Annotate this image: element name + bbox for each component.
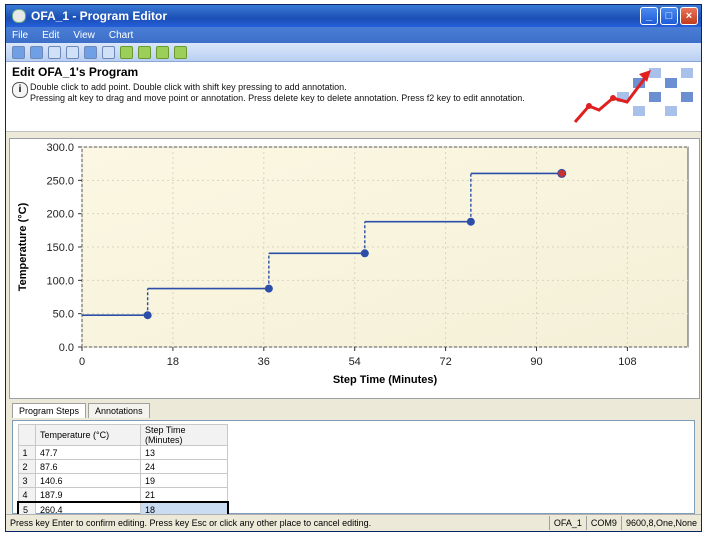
step-time-cell[interactable]: 13 [140, 445, 228, 460]
temperature-cell[interactable]: 47.7 [35, 445, 141, 460]
tab-program-steps[interactable]: Program Steps [12, 403, 87, 418]
status-settings: 9600,8,One,None [620, 516, 701, 530]
program-steps-grid: Temperature (°C) Step Time (Minutes) 1 4… [12, 420, 695, 518]
paste-icon[interactable] [30, 45, 43, 59]
data-point[interactable] [143, 311, 152, 320]
temperature-cell[interactable]: 140.6 [35, 473, 141, 488]
window-title: OFA_1 - Program Editor [31, 9, 168, 23]
title-bar[interactable]: OFA_1 - Program Editor _ □ × [6, 5, 701, 27]
y-tick-label: 250.0 [46, 175, 74, 187]
x-tick-label: 90 [530, 356, 542, 368]
menu-view[interactable]: View [73, 30, 95, 41]
y-tick-label: 200.0 [46, 209, 74, 221]
y-tick-label: 150.0 [46, 242, 74, 254]
row-index: 4 [17, 487, 36, 503]
y-axis-label: Temperature (°C) [17, 202, 29, 291]
row-header-corner [17, 424, 36, 446]
status-message: Press key Enter to confirm editing. Pres… [10, 518, 372, 528]
edit-header: Edit OFA_1's Program i Double click to a… [6, 62, 701, 132]
column-temperature[interactable]: Temperature (°C) [35, 424, 141, 446]
chart-panel[interactable]: 0.0 50.0 100.0 150.0 200.0 250.0 300.0 0 18 36 54 7… [9, 138, 700, 399]
close-button[interactable]: × [680, 7, 698, 25]
y-tick-label: 50.0 [53, 309, 74, 321]
y-tick-label: 0.0 [59, 342, 74, 354]
x-tick-label: 54 [349, 356, 361, 368]
minimize-button[interactable]: _ [640, 7, 658, 25]
toolbar [6, 43, 701, 62]
move-down-icon[interactable] [174, 45, 187, 59]
temperature-cell[interactable]: 187.9 [35, 487, 141, 503]
zoom-icon[interactable] [66, 45, 79, 59]
status-port: COM9 [585, 516, 621, 530]
table-row[interactable]: 3 140.6 19 [17, 473, 228, 488]
table-row[interactable]: 1 47.7 13 [17, 445, 228, 460]
x-tick-label: 18 [167, 356, 179, 368]
data-point[interactable] [264, 284, 273, 293]
step-time-cell[interactable]: 21 [140, 487, 228, 503]
hint-line-1: Double click to add point. Double click … [30, 82, 347, 92]
row-index: 2 [17, 459, 36, 474]
info-icon: i [12, 82, 28, 98]
move-up-icon[interactable] [156, 45, 169, 59]
view-icon[interactable] [102, 45, 115, 59]
undo-icon[interactable] [84, 45, 97, 59]
x-tick-label: 108 [618, 356, 636, 368]
maximize-button[interactable]: □ [660, 7, 678, 25]
status-bar: Press key Enter to confirm editing. Pres… [6, 514, 701, 531]
x-axis-label: Step Time (Minutes) [333, 374, 438, 386]
header-logo [573, 68, 693, 123]
menu-edit[interactable]: Edit [42, 30, 59, 41]
y-tick-label: 300.0 [46, 142, 74, 154]
data-point[interactable] [557, 168, 567, 178]
program-editor-window: OFA_1 - Program Editor _ □ × File Edit V… [5, 4, 702, 532]
temperature-profile-chart[interactable]: 0.0 50.0 100.0 150.0 200.0 250.0 300.0 0 18 36 54 7… [10, 139, 699, 398]
x-tick-label: 72 [439, 356, 451, 368]
step-time-cell[interactable]: 24 [140, 459, 228, 474]
tab-annotations[interactable]: Annotations [88, 403, 150, 418]
table-row[interactable]: 4 187.9 21 [17, 487, 228, 503]
temperature-cell[interactable]: 87.6 [35, 459, 141, 474]
app-icon [12, 9, 26, 23]
hint-line-2: Pressing alt key to drag and move point … [30, 93, 525, 103]
bottom-panel: Program Steps Annotations Temperature (°… [9, 400, 700, 518]
add-point-icon[interactable] [120, 45, 133, 59]
column-step-time[interactable]: Step Time (Minutes) [140, 424, 228, 446]
table-row[interactable]: 2 87.6 24 [17, 459, 228, 474]
y-tick-label: 100.0 [46, 275, 74, 287]
data-point[interactable] [360, 249, 369, 258]
menu-bar: File Edit View Chart [6, 27, 701, 43]
x-tick-label: 36 [258, 356, 270, 368]
step-time-cell[interactable]: 19 [140, 473, 228, 488]
row-index: 3 [17, 473, 36, 488]
data-point[interactable] [466, 217, 475, 226]
row-index: 1 [17, 445, 36, 460]
menu-chart[interactable]: Chart [109, 30, 133, 41]
print-icon[interactable] [48, 45, 61, 59]
menu-file[interactable]: File [12, 30, 28, 41]
x-tick-label: 0 [79, 356, 85, 368]
remove-point-icon[interactable] [138, 45, 151, 59]
steps-table: Temperature (°C) Step Time (Minutes) 1 4… [17, 424, 229, 518]
status-device: OFA_1 [548, 516, 586, 530]
copy-icon[interactable] [12, 45, 25, 59]
